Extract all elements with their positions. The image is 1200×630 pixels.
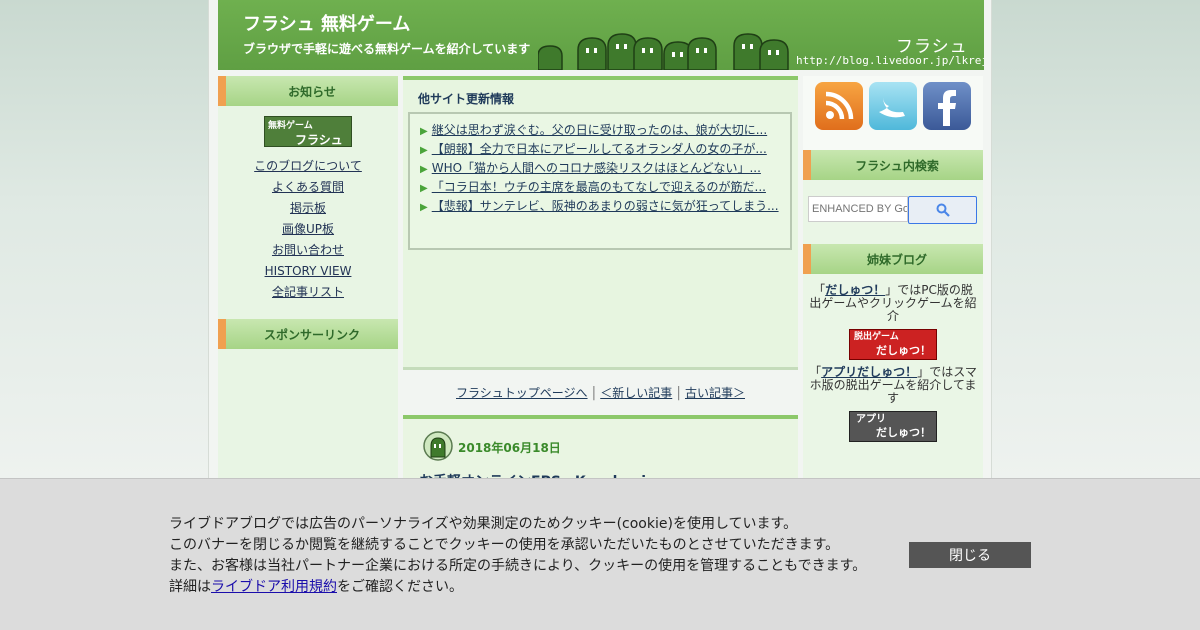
site-subtitle: ブラウザで手軽に遊べる無料ゲームを紹介しています bbox=[243, 42, 531, 56]
update-link[interactable]: 【悲報】サンテレビ、阪神のあまりの弱さに気が狂ってしまう... bbox=[432, 199, 779, 213]
app-dashutsu-banner-top-text: アプリ bbox=[856, 414, 886, 425]
mascot-avatar-icon bbox=[423, 431, 453, 461]
arrow-right-icon: ▶ bbox=[420, 202, 428, 213]
search-icon bbox=[936, 203, 950, 217]
notice-heading: お知らせ bbox=[218, 76, 398, 106]
cookie-line-4-suffix: をご確認ください。 bbox=[337, 579, 463, 595]
older-articles-link[interactable]: 古い記事＞ bbox=[685, 386, 745, 400]
sister2-text: 「アプリだしゅつ！」ではスマホ版の脱出ゲームを紹介してます bbox=[808, 366, 978, 405]
twitter-icon[interactable] bbox=[869, 82, 917, 130]
link-contact[interactable]: お問い合わせ bbox=[218, 240, 398, 261]
arrow-right-icon: ▶ bbox=[420, 164, 428, 175]
cookie-message: ライブドアブログでは広告のパーソナライズや効果測定のためクッキー(cookie)… bbox=[169, 514, 866, 598]
sister1-link[interactable]: だしゅつ！ bbox=[825, 283, 885, 297]
facebook-glyph bbox=[938, 90, 956, 126]
rss-glyph bbox=[825, 91, 854, 120]
list-item: ▶ WHO「猫から人間へのコロナ感染リスクはほとんどない」... bbox=[420, 160, 780, 178]
cookie-banner: ライブドアブログでは広告のパーソナライズや効果測定のためクッキー(cookie)… bbox=[0, 478, 1200, 630]
rss-icon[interactable] bbox=[815, 82, 863, 130]
site-search bbox=[803, 180, 983, 244]
update-link[interactable]: 「コラ日本！ウチの主席を最高のもてなしで迎えるのが筋だ... bbox=[432, 180, 766, 194]
arrow-right-icon: ▶ bbox=[420, 183, 428, 194]
sponsor-heading: スポンサーリンク bbox=[218, 319, 398, 349]
app-dashutsu-banner[interactable]: アプリ だしゅつ！ bbox=[849, 411, 937, 442]
sister1-prefix: 「 bbox=[813, 283, 826, 297]
flash-banner-top-text: 無料ゲーム bbox=[268, 121, 313, 131]
link-all-articles[interactable]: 全記事リスト bbox=[218, 282, 398, 303]
twitter-glyph bbox=[879, 96, 905, 118]
update-link[interactable]: 継父は思わず涙ぐむ。父の日に受け取ったのは、娘が大切に... bbox=[432, 123, 767, 137]
close-cookie-button[interactable]: 閉じる bbox=[909, 542, 1031, 568]
article-date: 2018年06月18日 bbox=[458, 441, 561, 455]
cookie-line-4: 詳細はライブドア利用規約をご確認ください。 bbox=[169, 577, 866, 598]
link-faq[interactable]: よくある質問 bbox=[218, 177, 398, 198]
sister2-link[interactable]: アプリだしゅつ！ bbox=[821, 365, 917, 379]
updates-title: 他サイト更新情報 bbox=[418, 92, 515, 106]
notice-links: 無料ゲーム フラシュ このブログについて よくある質問 掲示板 画像UP板 お問… bbox=[218, 106, 398, 303]
pager-separator: | bbox=[676, 385, 681, 401]
sister1-text: 「だしゅつ！」ではPC版の脱出ゲームやクリックゲームを紹介 bbox=[808, 284, 978, 323]
cookie-line-1: ライブドアブログでは広告のパーソナライズや効果測定のためクッキー(cookie)… bbox=[169, 516, 798, 532]
updates-list[interactable]: ▶ 継父は思わず涙ぐむ。父の日に受け取ったのは、娘が大切に... ▶ 【朗報】全力で… bbox=[408, 112, 792, 250]
arrow-right-icon: ▶ bbox=[420, 126, 428, 137]
sister-blog-heading: 姉妹ブログ bbox=[803, 244, 983, 274]
search-input[interactable] bbox=[808, 196, 908, 222]
top-page-link[interactable]: フラシュトップページへ bbox=[456, 386, 588, 400]
arrow-right-icon: ▶ bbox=[420, 145, 428, 156]
terms-link[interactable]: ライブドア利用規約 bbox=[211, 579, 337, 595]
flash-banner[interactable]: 無料ゲーム フラシュ bbox=[264, 116, 352, 147]
list-item: ▶ 【悲報】サンテレビ、阪神のあまりの弱さに気が狂ってしまう... bbox=[420, 198, 780, 216]
site-header: フラシュ 無料ゲーム ブラウザで手軽に遊べる無料ゲームを紹介しています フラシュ… bbox=[218, 0, 984, 70]
cookie-line-4-prefix: 詳細は bbox=[169, 579, 211, 595]
cookie-line-2: このバナーを閉じるか閲覧を継続することでクッキーの使用を承認いただいたものとさせ… bbox=[169, 537, 840, 553]
dashutsu-banner[interactable]: 脱出ゲーム だしゅつ！ bbox=[849, 329, 937, 360]
list-item: ▶ 「コラ日本！ウチの主席を最高のもてなしで迎えるのが筋だ... bbox=[420, 179, 780, 197]
sister2-prefix: 「 bbox=[809, 365, 822, 379]
newer-articles-link[interactable]: ＜新しい記事 bbox=[600, 386, 672, 400]
update-link[interactable]: 【朗報】全力で日本にアピールしてるオランダ人の女の子が... bbox=[432, 142, 767, 156]
pager-separator: | bbox=[591, 385, 597, 401]
app-dashutsu-banner-bottom-text: だしゅつ！ bbox=[876, 426, 931, 439]
header-url-text: http://blog.livedoor.jp/lkrejg/ bbox=[796, 54, 984, 67]
search-box bbox=[808, 196, 978, 224]
search-button[interactable] bbox=[908, 196, 977, 224]
list-item: ▶ 【朗報】全力で日本にアピールしてるオランダ人の女の子が... bbox=[420, 141, 780, 159]
link-history-view[interactable]: HISTORY VIEW bbox=[218, 261, 398, 282]
dashutsu-banner-bottom-text: だしゅつ！ bbox=[876, 344, 931, 357]
pager: フラシュトップページへ | ＜新しい記事 | 古い記事＞ bbox=[403, 384, 798, 401]
search-heading: フラシュ内検索 bbox=[803, 150, 983, 180]
link-about-blog[interactable]: このブログについて bbox=[218, 156, 398, 177]
dashutsu-banner-top-text: 脱出ゲーム bbox=[854, 332, 899, 342]
link-image-bbs[interactable]: 画像UP板 bbox=[218, 219, 398, 240]
social-links bbox=[803, 76, 983, 150]
list-item: ▶ 継父は思わず涙ぐむ。父の日に受け取ったのは、娘が大切に... bbox=[420, 122, 780, 140]
other-site-updates: 他サイト更新情報 ▶ 継父は思わず涙ぐむ。父の日に受け取ったのは、娘が大切に...… bbox=[403, 76, 798, 370]
site-title-link[interactable]: フラシュ 無料ゲーム bbox=[243, 10, 410, 36]
flash-banner-bottom-text: フラシュ bbox=[295, 133, 343, 147]
facebook-icon[interactable] bbox=[923, 82, 971, 130]
cookie-line-3: また、お客様は当社パートナー企業における所定の手続きにより、クッキーの使用を管理… bbox=[169, 558, 867, 574]
update-link[interactable]: WHO「猫から人間へのコロナ感染リスクはほとんどない」... bbox=[432, 161, 761, 175]
link-bbs[interactable]: 掲示板 bbox=[218, 198, 398, 219]
sister-blogs: 「だしゅつ！」ではPC版の脱出ゲームやクリックゲームを紹介 脱出ゲーム だしゅつ… bbox=[803, 274, 983, 442]
